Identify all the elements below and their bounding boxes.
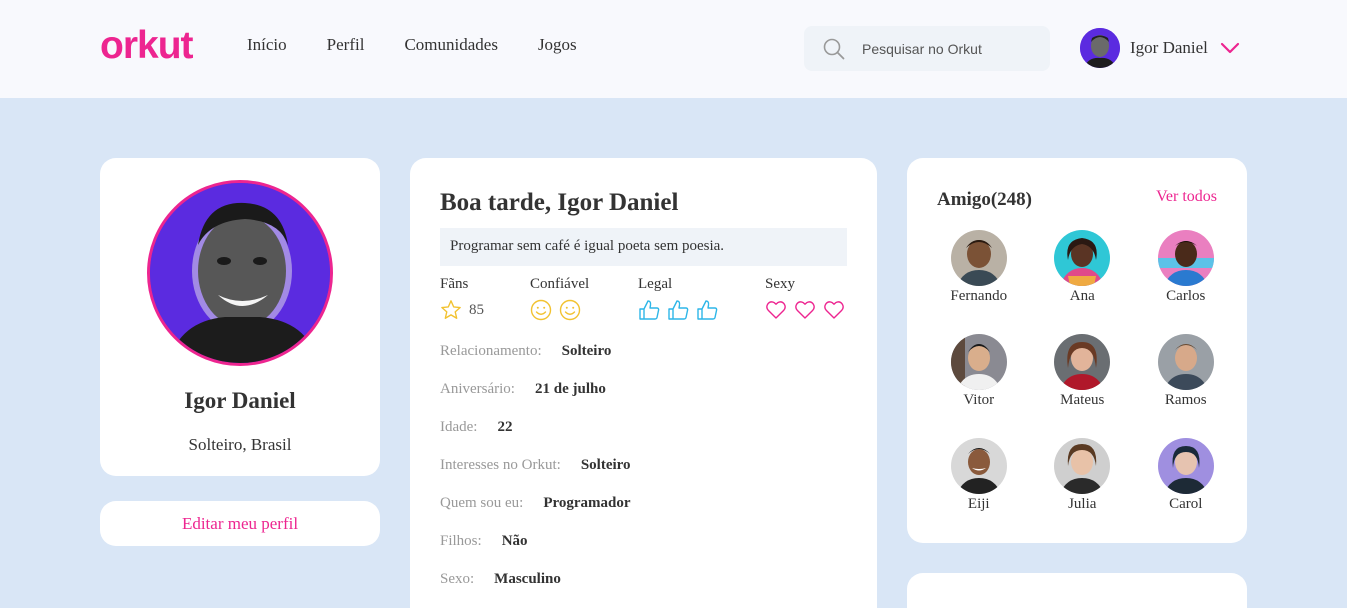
search-icon [823, 38, 845, 60]
nav-item-jogos[interactable]: Jogos [538, 35, 577, 55]
info-value: 22 [497, 419, 513, 435]
info-row: Aniversário: 21 de julho [440, 381, 860, 419]
stat-fans-label: Fãns [440, 276, 469, 292]
friends-grid: Fernando Ana Carlos Vitor Mateus Ramos E… [927, 230, 1237, 542]
see-all-friends-link[interactable]: Ver todos [1156, 188, 1217, 206]
profile-name: Igor Daniel [184, 388, 296, 413]
profile-photo [147, 180, 333, 366]
friend-item[interactable]: Fernando [927, 230, 1031, 334]
orkut-logo[interactable]: orkut [100, 24, 193, 68]
heart-icon[interactable] [765, 299, 787, 321]
info-label: Aniversário: [440, 381, 515, 397]
info-row: Quem sou eu: Programador [440, 495, 860, 533]
info-value: Programador [543, 495, 631, 511]
search-box[interactable] [804, 26, 1050, 71]
friend-name: Carlos [1166, 288, 1206, 304]
stat-sexy: Sexy [765, 276, 852, 321]
heart-icon[interactable] [794, 299, 816, 321]
stat-trust: Confiável [530, 276, 589, 321]
info-value: Masculino [494, 571, 561, 587]
friend-name: Ana [1069, 288, 1095, 304]
nav-item-comunidades[interactable]: Comunidades [404, 35, 498, 55]
friend-avatar [1157, 230, 1214, 286]
friend-item[interactable]: Mateus [1031, 334, 1135, 438]
info-label: Relacionamento: [440, 343, 542, 359]
friend-avatar [1054, 230, 1111, 286]
stat-trust-label: Confiável [530, 276, 590, 292]
heart-icon[interactable] [823, 299, 845, 321]
chevron-down-icon [1220, 42, 1239, 54]
info-label: Filhos: [440, 533, 482, 549]
greeting-title: Boa tarde, Igor Daniel [440, 189, 679, 216]
friend-item[interactable]: Ramos [1134, 334, 1238, 438]
profile-card: Igor Daniel Solteiro, Brasil [100, 158, 380, 476]
info-label: Interesses no Orkut: [440, 457, 561, 473]
thumbs-up-icon[interactable] [696, 299, 718, 321]
smiley-icon[interactable] [559, 299, 581, 321]
nav-item-perfil[interactable]: Perfil [327, 35, 365, 55]
user-name: Igor Daniel [1130, 38, 1208, 57]
thumbs-up-icon[interactable] [667, 299, 689, 321]
profile-stats: Fãns 85 Confiável Legal Sexy [440, 276, 860, 326]
friend-name: Vitor [963, 392, 995, 408]
info-value: Solteiro [561, 343, 612, 359]
friend-avatar [950, 438, 1007, 494]
friend-avatar [950, 230, 1007, 286]
friend-name: Julia [1068, 496, 1097, 512]
friend-name: Eiji [967, 496, 990, 512]
main-profile-panel: Boa tarde, Igor Daniel Programar sem caf… [410, 158, 877, 608]
friend-name: Mateus [1060, 392, 1105, 408]
info-label: Idade: [440, 419, 478, 435]
friend-avatar [950, 334, 1007, 390]
info-row: Idade: 22 [440, 419, 860, 457]
friend-item[interactable]: Julia [1031, 438, 1135, 542]
info-row: Relacionamento: Solteiro [440, 343, 860, 381]
stat-sexy-label: Sexy [765, 276, 795, 292]
info-row: Sexo: Masculino [440, 571, 860, 608]
communities-card [907, 573, 1247, 608]
friend-name: Carol [1169, 496, 1203, 512]
stat-cool: Legal [638, 276, 725, 321]
fans-count: 85 [469, 301, 484, 318]
friend-item[interactable]: Ana [1031, 230, 1135, 334]
info-value: Solteiro [580, 457, 631, 473]
info-label: Quem sou eu: [440, 495, 524, 511]
info-label: Sexo: [440, 571, 475, 587]
smiley-icon[interactable] [530, 299, 552, 321]
info-row: Interesses no Orkut: Solteiro [440, 457, 860, 495]
profile-status-location: Solteiro, Brasil [188, 435, 292, 454]
profile-quote: Programar sem café é igual poeta sem poe… [440, 228, 847, 266]
info-value: 21 de julho [534, 381, 606, 397]
main-nav: Início Perfil Comunidades Jogos [247, 35, 617, 55]
user-menu[interactable]: Igor Daniel [1080, 28, 1240, 68]
friend-item[interactable]: Eiji [927, 438, 1031, 542]
info-value: Não [501, 533, 528, 549]
thumbs-up-icon[interactable] [638, 299, 660, 321]
nav-item-inicio[interactable]: Início [247, 35, 287, 55]
friend-name: Ramos [1164, 392, 1207, 408]
user-avatar [1080, 28, 1120, 68]
edit-profile-label: Editar meu perfil [181, 513, 299, 533]
friend-name: Fernando [950, 288, 1008, 304]
friend-avatar [1054, 438, 1111, 494]
profile-info-list: Relacionamento: Solteiro Aniversário: 21… [440, 343, 860, 608]
friend-item[interactable]: Carol [1134, 438, 1238, 542]
stat-fans: Fãns 85 [440, 276, 484, 321]
friend-avatar [1157, 438, 1214, 494]
friend-avatar [1157, 334, 1214, 390]
stat-cool-label: Legal [638, 276, 673, 292]
info-row: Filhos: Não [440, 533, 860, 571]
friend-avatar [1054, 334, 1111, 390]
friends-title: Amigo(248) [937, 189, 1032, 210]
star-icon[interactable] [440, 299, 462, 321]
edit-profile-button[interactable]: Editar meu perfil [100, 501, 380, 546]
friend-item[interactable]: Carlos [1134, 230, 1238, 334]
friend-item[interactable]: Vitor [927, 334, 1031, 438]
top-header: orkut Início Perfil Comunidades Jogos Ig… [0, 0, 1347, 98]
search-input[interactable] [862, 37, 1042, 61]
friends-card: Amigo(248) Ver todos Fernando Ana Carlos… [907, 158, 1247, 543]
